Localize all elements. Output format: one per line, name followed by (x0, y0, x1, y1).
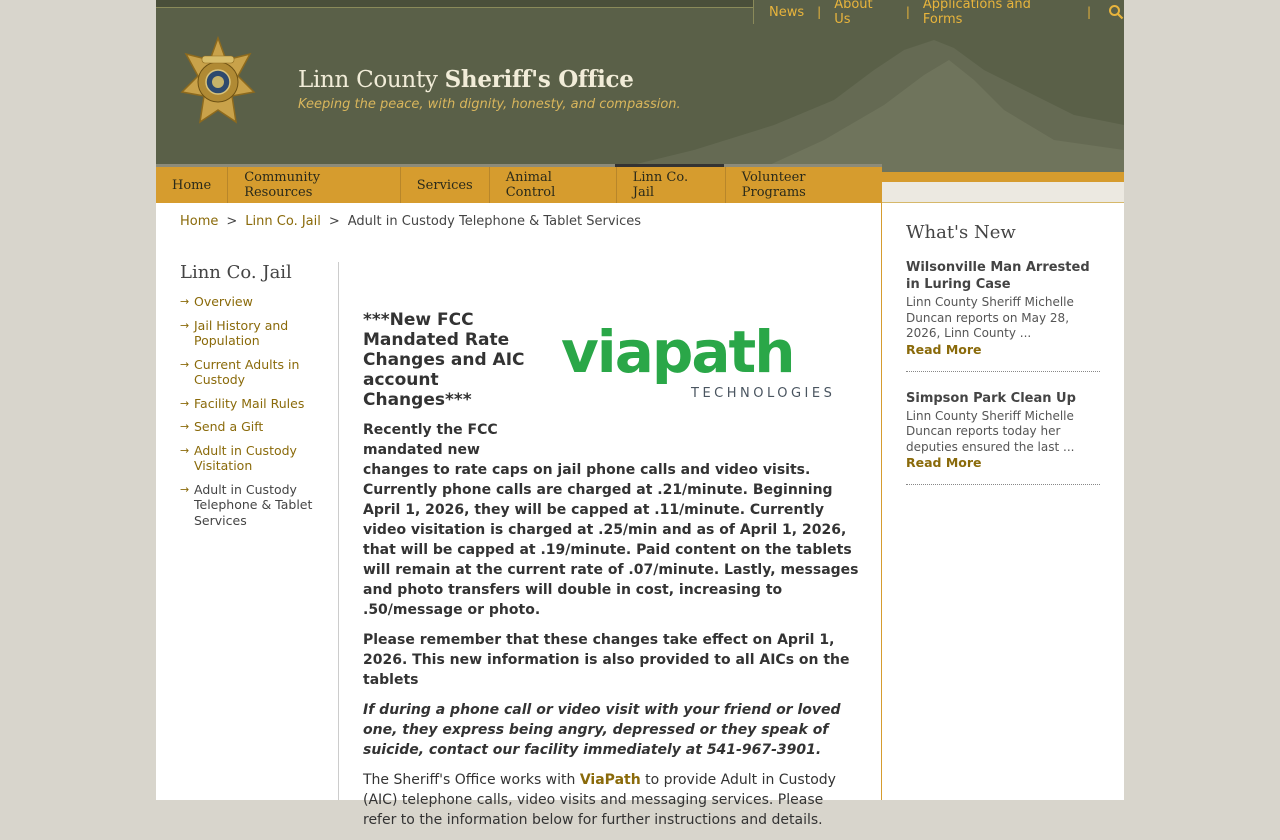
arrow-right-icon: → (180, 318, 190, 332)
viapath-logo-text: viapath (561, 320, 794, 386)
intro-text-before: The Sheriff's Office works with (363, 772, 580, 788)
arrow-right-icon: → (180, 295, 190, 308)
sidebar-item-label: Jail History and Population (194, 317, 289, 349)
nav-item-animal-control[interactable]: Animal Control (490, 167, 617, 203)
news-item: Wilsonville Man Arrested in Luring Case … (906, 259, 1100, 372)
arrow-right-icon: → (180, 443, 190, 457)
site-title-regular: Linn County (298, 67, 445, 93)
effective-date-paragraph: Please remember that these changes take … (363, 632, 850, 688)
sidebar-item-current-adults[interactable]: → Current Adults in Custody (180, 357, 320, 388)
site-header: News | About Us | Applications and Forms… (156, 0, 1124, 172)
top-link-about-us[interactable]: About Us (834, 0, 893, 27)
breadcrumb: Home > Linn Co. Jail > Adult in Custody … (180, 214, 641, 229)
sheriff-badge-logo[interactable] (180, 36, 256, 136)
nav-right-light-strip (882, 182, 1124, 203)
breadcrumb-home[interactable]: Home (180, 214, 218, 229)
breadcrumb-linn-co-jail[interactable]: Linn Co. Jail (245, 214, 321, 229)
sidebar-item-telephone-tablet[interactable]: → Adult in Custody Telephone & Tablet Ser… (180, 482, 320, 529)
sidebar-item-label: Facility Mail Rules (194, 395, 305, 411)
site-title[interactable]: Linn County Sheriff's Office (298, 66, 634, 93)
sidebar-title: Linn Co. Jail (180, 262, 292, 283)
viapath-logo[interactable]: viapath TECHNOLOGIES (561, 320, 861, 400)
news-item-summary: Linn County Sheriff Michelle Duncan repo… (906, 295, 1074, 340)
arrow-right-icon: → (180, 396, 190, 410)
sidebar-item-send-gift[interactable]: → Send a Gift (180, 419, 320, 435)
whats-new-panel: What's New Wilsonville Man Arrested in L… (906, 220, 1100, 503)
top-links-bar: News | About Us | Applications and Forms… (753, 0, 1124, 27)
site-title-bold: Sheriff's Office (444, 66, 634, 93)
site-tagline: Keeping the peace, with dignity, honesty… (298, 97, 681, 112)
sidebar-menu: → Overview → Jail History and Population →… (180, 294, 320, 536)
news-item-summary: Linn County Sheriff Michelle Duncan repo… (906, 408, 1075, 454)
header-top-line (156, 0, 754, 8)
sidebar-item-label: Send a Gift (194, 419, 264, 434)
viapath-link[interactable]: ViaPath (580, 772, 641, 788)
nav-item-services[interactable]: Services (401, 167, 490, 203)
sidebar-divider (338, 262, 339, 800)
nav-active-indicator (615, 164, 724, 167)
main-nav: Home Community Resources Services Animal… (156, 164, 882, 203)
sidebar-item-label: Overview (194, 294, 253, 309)
nav-item-linn-co-jail[interactable]: Linn Co. Jail (616, 167, 726, 203)
arrow-right-icon: → (180, 482, 190, 496)
nav-item-volunteer-programs[interactable]: Volunteer Programs (726, 167, 882, 203)
news-item: Simpson Park Clean Up Linn County Sherif… (906, 390, 1100, 485)
top-link-separator: | (1086, 5, 1091, 19)
sidebar-item-label: Adult in Custody Telephone & Tablet Serv… (194, 481, 313, 528)
nav-right-strip (882, 172, 1124, 182)
nav-item-community-resources[interactable]: Community Resources (228, 167, 401, 203)
news-item-title[interactable]: Simpson Park Clean Up (906, 390, 1100, 407)
sidebar-item-label: Current Adults in Custody (194, 356, 300, 388)
top-link-separator: | (905, 5, 910, 19)
main-content: viapath TECHNOLOGIES ***New FCC Mandated… (363, 310, 859, 840)
arrow-right-icon: → (180, 420, 190, 433)
news-item-title[interactable]: Wilsonville Man Arrested in Luring Case (906, 259, 1100, 293)
fcc-heading: ***New FCC Mandated Rate Changes and AIC… (363, 310, 525, 410)
sidebar-item-mail-rules[interactable]: → Facility Mail Rules (180, 396, 320, 412)
viapath-intro-paragraph: The Sheriff's Office works with ViaPath … (363, 770, 859, 830)
nav-item-home[interactable]: Home (156, 167, 229, 203)
breadcrumb-separator: > (226, 214, 238, 229)
breadcrumb-current: Adult in Custody Telephone & Tablet Serv… (347, 214, 642, 229)
page: News | About Us | Applications and Forms… (156, 0, 1124, 828)
sidebar-item-overview[interactable]: → Overview (180, 294, 320, 310)
sidebar-item-jail-history[interactable]: → Jail History and Population (180, 318, 320, 349)
mountain-backdrop (604, 40, 1124, 172)
top-link-separator: | (817, 5, 822, 19)
read-more-link[interactable]: Read More (906, 342, 1100, 357)
arrow-right-icon: → (180, 357, 190, 371)
search-icon[interactable] (1108, 4, 1124, 20)
breadcrumb-separator: > (328, 214, 340, 229)
top-link-applications-forms[interactable]: Applications and Forms (923, 0, 1074, 27)
viapath-logo-subtext: TECHNOLOGIES (690, 386, 835, 400)
top-link-news[interactable]: News (769, 5, 804, 20)
whats-new-title: What's New (906, 222, 1016, 243)
right-column-divider (881, 203, 882, 800)
sidebar-item-visitation[interactable]: → Adult in Custody Visitation (180, 443, 320, 474)
read-more-link[interactable]: Read More (906, 455, 1100, 470)
suicide-warning-paragraph: If during a phone call or video visit wi… (363, 702, 841, 758)
fcc-rate-paragraph: Recently the FCC mandated new changes to… (363, 422, 859, 618)
sidebar-item-label: Adult in Custody Visitation (194, 442, 297, 474)
